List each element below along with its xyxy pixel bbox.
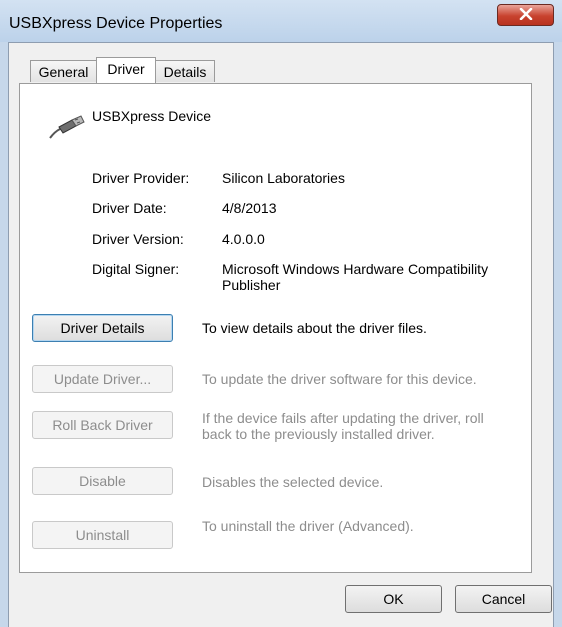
tab-driver-label: Driver (107, 61, 145, 77)
driver-details-description: To view details about the driver files. (202, 320, 427, 336)
cancel-button[interactable]: Cancel (455, 585, 552, 613)
window-title: USBXpress Device Properties (9, 15, 223, 32)
update-driver-button[interactable]: Update Driver... (32, 365, 173, 393)
driver-version-value: 4.0.0.0 (222, 231, 265, 247)
roll-back-driver-button[interactable]: Roll Back Driver (32, 411, 173, 439)
disable-button[interactable]: Disable (32, 467, 173, 495)
disable-description: Disables the selected device. (202, 474, 384, 490)
tab-general-label: General (38, 64, 89, 80)
uninstall-description: To uninstall the driver (Advanced). (202, 518, 414, 534)
device-name: USBXpress Device (92, 108, 212, 124)
uninstall-button-label: Uninstall (75, 527, 130, 543)
driver-date-label: Driver Date: (92, 200, 167, 216)
update-driver-button-label: Update Driver... (53, 371, 152, 387)
driver-details-button[interactable]: Driver Details (32, 314, 173, 342)
roll-back-driver-description: If the device fails after updating the d… (202, 410, 484, 442)
properties-window: USBXpress Device Properties General Driv… (0, 0, 562, 627)
ok-button[interactable]: OK (345, 585, 442, 613)
tab-details-label: Details (163, 64, 207, 80)
cancel-button-label: Cancel (481, 591, 526, 607)
update-driver-description: To update the driver software for this d… (202, 371, 477, 387)
disable-button-label: Disable (79, 473, 126, 489)
title-bar[interactable]: USBXpress Device Properties (0, 0, 562, 42)
roll-back-driver-button-label: Roll Back Driver (52, 417, 153, 433)
uninstall-button[interactable]: Uninstall (32, 521, 173, 549)
usb-cable-icon (48, 114, 86, 143)
driver-details-button-label: Driver Details (60, 320, 145, 336)
driver-tab-panel: USBXpress Device Driver Provider: Silico… (19, 83, 532, 573)
driver-provider-label: Driver Provider: (92, 170, 190, 186)
close-button[interactable] (497, 4, 554, 26)
ok-button-label: OK (383, 591, 404, 607)
tab-general[interactable]: General (30, 60, 97, 82)
digital-signer-value: Microsoft Windows Hardware Compatibility… (222, 261, 489, 293)
driver-provider-value: Silicon Laboratories (222, 170, 345, 186)
close-icon (519, 7, 533, 23)
driver-version-label: Driver Version: (92, 231, 184, 247)
driver-date-value: 4/8/2013 (222, 200, 277, 216)
tab-driver[interactable]: Driver (96, 57, 156, 83)
tab-details[interactable]: Details (155, 60, 215, 82)
digital-signer-label: Digital Signer: (92, 261, 180, 277)
